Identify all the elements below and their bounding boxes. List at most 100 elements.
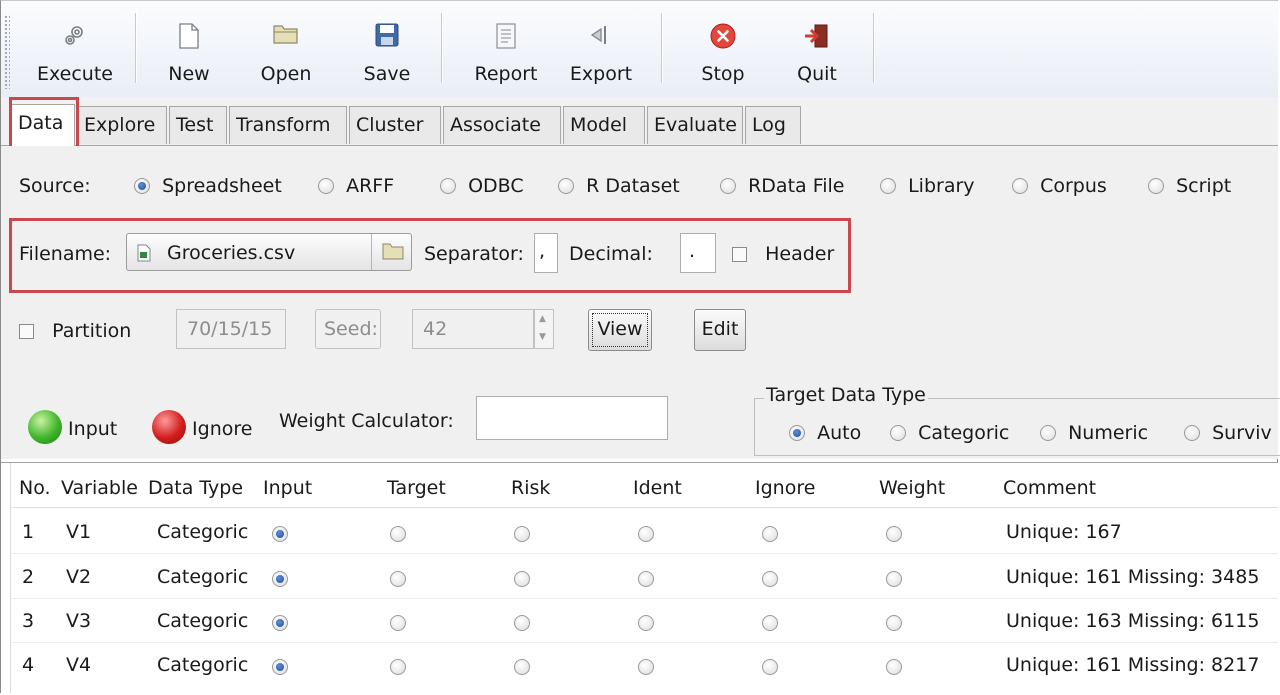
checkbox-icon[interactable] (732, 247, 747, 262)
checkbox-icon[interactable] (19, 324, 34, 339)
source-option-rdataset[interactable]: R Dataset (558, 175, 680, 197)
input-label: Input (68, 418, 118, 440)
risk-radio[interactable] (514, 571, 530, 587)
spinner-down-icon[interactable]: ▼ (539, 332, 546, 342)
row-variable: V1 (66, 521, 92, 543)
seed-input[interactable]: 42 (412, 309, 534, 349)
source-option-corpus[interactable]: Corpus (1012, 175, 1107, 197)
radio-icon[interactable] (1184, 425, 1200, 441)
view-button[interactable]: View (588, 309, 652, 351)
save-button[interactable]: Save (355, 13, 419, 91)
row-no: 3 (22, 610, 35, 632)
target-type-auto[interactable]: Auto (789, 422, 861, 444)
header-divider (11, 507, 1278, 508)
toolbar-separator (661, 13, 663, 83)
report-icon (496, 23, 516, 54)
target-type-categoric[interactable]: Categoric (890, 422, 1009, 444)
source-option-script[interactable]: Script (1148, 175, 1231, 197)
seed-spinner[interactable]: ▲ ▼ (534, 309, 554, 349)
input-radio[interactable] (272, 526, 288, 542)
stop-label: Stop (701, 63, 745, 85)
row-data-type: Categoric (157, 521, 249, 543)
export-button[interactable]: Export (565, 13, 637, 91)
open-button[interactable]: Open (254, 13, 318, 91)
open-label: Open (260, 63, 312, 85)
ident-radio[interactable] (638, 615, 654, 631)
toolbar-grip[interactable] (4, 15, 10, 89)
weight-radio[interactable] (886, 571, 902, 587)
ignore-radio[interactable] (762, 615, 778, 631)
radio-icon[interactable] (1040, 425, 1056, 441)
separator-input[interactable]: , (534, 233, 558, 273)
tab-model[interactable]: Model (563, 106, 645, 144)
tab-evaluate[interactable]: Evaluate (647, 106, 743, 144)
target-radio[interactable] (390, 615, 406, 631)
tab-test[interactable]: Test (169, 106, 227, 144)
source-option-rdatafile[interactable]: RData File (720, 175, 845, 197)
target-radio[interactable] (390, 659, 406, 675)
report-button[interactable]: Report (469, 13, 543, 91)
execute-button[interactable]: Execute (29, 13, 121, 91)
target-type-survival[interactable]: Surviv (1184, 422, 1278, 444)
weight-calculator-input[interactable] (476, 396, 668, 440)
input-radio[interactable] (272, 615, 288, 631)
partition-input[interactable]: 70/15/15 (176, 309, 286, 349)
weight-radio[interactable] (886, 659, 902, 675)
new-document-icon (178, 23, 200, 54)
source-option-library[interactable]: Library (880, 175, 975, 197)
source-label: Source: (19, 175, 91, 197)
partition-checkbox[interactable]: Partition (19, 320, 131, 342)
radio-icon[interactable] (789, 425, 805, 441)
red-circle-icon (152, 410, 186, 444)
new-button[interactable]: New (159, 13, 219, 91)
radio-icon[interactable] (1148, 178, 1164, 194)
header-checkbox[interactable]: Header (732, 243, 834, 265)
radio-icon[interactable] (1012, 178, 1028, 194)
radio-icon[interactable] (720, 178, 736, 194)
input-radio[interactable] (272, 659, 288, 675)
target-radio[interactable] (390, 571, 406, 587)
row-comment: Unique: 167 (1006, 521, 1122, 543)
edit-button[interactable]: Edit (694, 309, 746, 351)
weight-radio[interactable] (886, 526, 902, 542)
radio-icon[interactable] (318, 178, 334, 194)
file-chooser[interactable]: Groceries.csv (126, 233, 412, 271)
ignore-radio[interactable] (762, 571, 778, 587)
ignore-radio[interactable] (762, 659, 778, 675)
weight-radio[interactable] (886, 615, 902, 631)
stop-button[interactable]: Stop (691, 13, 755, 91)
ident-radio[interactable] (638, 571, 654, 587)
target-type-numeric[interactable]: Numeric (1040, 422, 1148, 444)
folder-icon[interactable] (382, 242, 404, 265)
ident-radio[interactable] (638, 526, 654, 542)
radio-icon[interactable] (890, 425, 906, 441)
tab-transform[interactable]: Transform (229, 106, 347, 144)
input-role[interactable]: Input (28, 410, 117, 444)
tab-explore[interactable]: Explore (77, 106, 167, 144)
radio-icon[interactable] (440, 178, 456, 194)
ignore-role[interactable]: Ignore (152, 410, 252, 444)
radio-icon[interactable] (558, 178, 574, 194)
ignore-label: Ignore (192, 418, 253, 440)
ident-radio[interactable] (638, 659, 654, 675)
risk-radio[interactable] (514, 526, 530, 542)
decimal-input[interactable]: . (680, 233, 716, 273)
tab-data[interactable]: Data (11, 104, 75, 146)
source-option-spreadsheet[interactable]: Spreadsheet (134, 175, 282, 197)
decimal-label: Decimal: (569, 243, 653, 265)
radio-icon[interactable] (134, 178, 150, 194)
row-no: 2 (22, 566, 35, 588)
risk-radio[interactable] (514, 659, 530, 675)
tab-associate[interactable]: Associate (443, 106, 561, 144)
source-option-odbc[interactable]: ODBC (440, 175, 524, 197)
risk-radio[interactable] (514, 615, 530, 631)
target-radio[interactable] (390, 526, 406, 542)
ignore-radio[interactable] (762, 526, 778, 542)
tab-cluster[interactable]: Cluster (349, 106, 441, 144)
spinner-up-icon[interactable]: ▲ (539, 314, 546, 324)
quit-button[interactable]: Quit (785, 13, 849, 91)
radio-icon[interactable] (880, 178, 896, 194)
source-option-arff[interactable]: ARFF (318, 175, 394, 197)
input-radio[interactable] (272, 571, 288, 587)
tab-log[interactable]: Log (745, 106, 801, 144)
